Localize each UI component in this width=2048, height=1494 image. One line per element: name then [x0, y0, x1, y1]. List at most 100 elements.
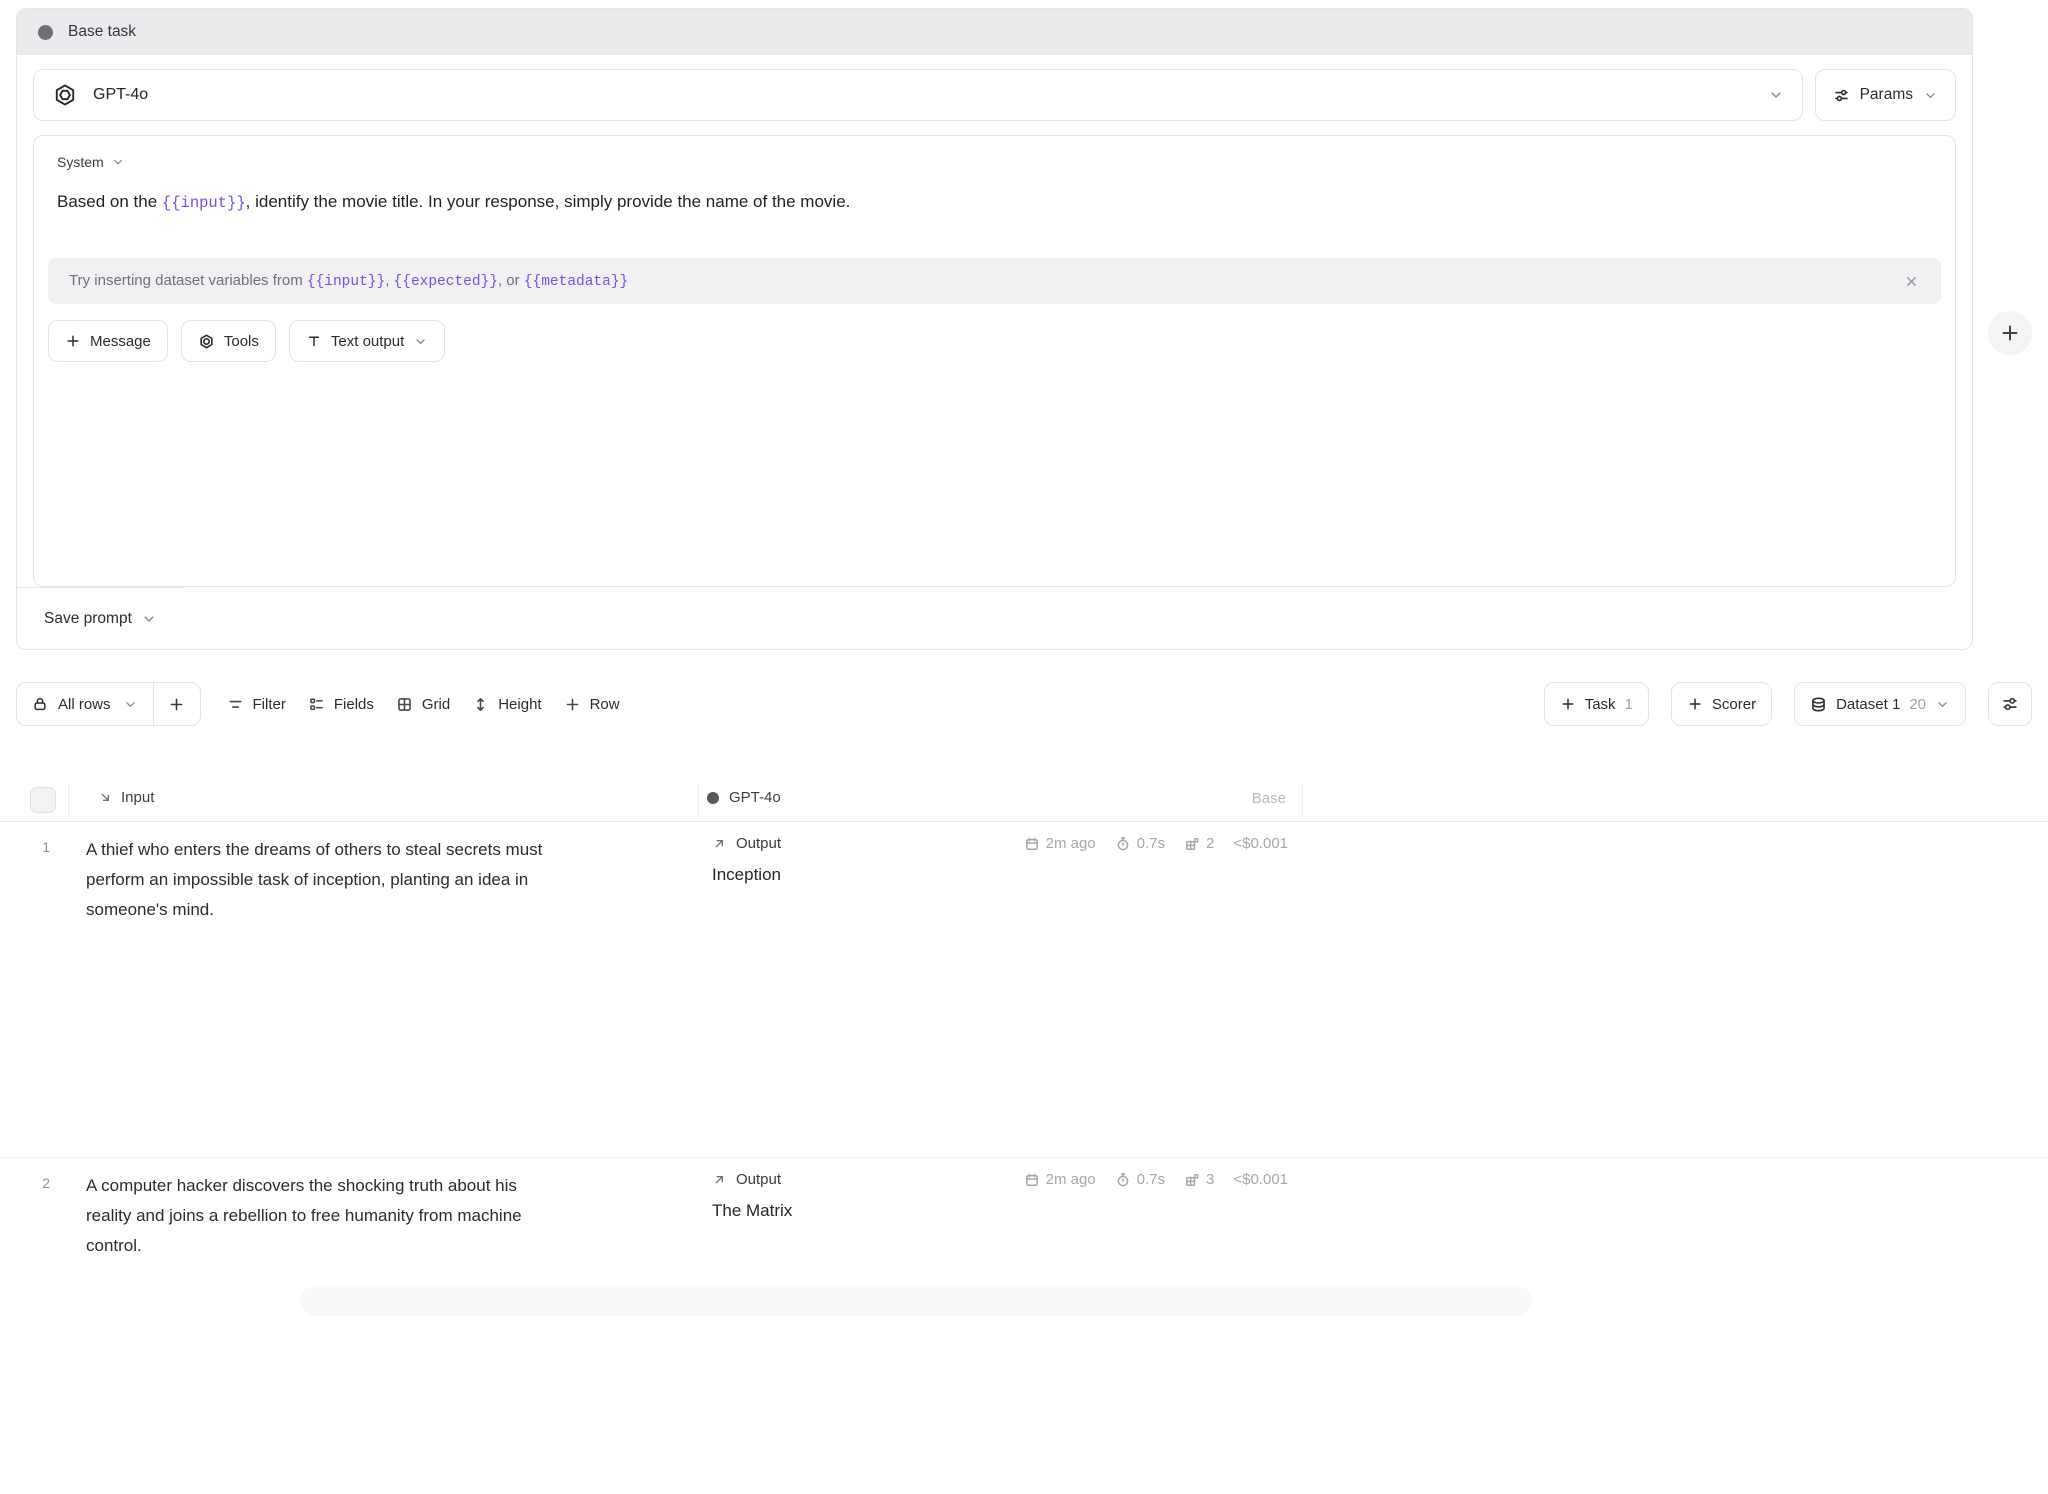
- arrow-down-right-icon: [98, 790, 113, 805]
- model-column-header[interactable]: GPT-4o: [707, 789, 781, 806]
- input-column-label: Input: [121, 789, 154, 806]
- model-select[interactable]: GPT-4o: [33, 69, 1803, 121]
- plus-icon: [564, 696, 581, 713]
- filter-button[interactable]: Filter: [227, 696, 286, 713]
- run-time: 2m ago: [1024, 1171, 1096, 1188]
- plus-icon: [1687, 696, 1703, 712]
- token-count: 2: [1184, 835, 1214, 852]
- row-number: 1: [0, 839, 50, 855]
- table-row[interactable]: 1 A thief who enters the dreams of other…: [0, 822, 2048, 1158]
- output-label: Output: [712, 1171, 781, 1188]
- system-prompt-text[interactable]: Based on the {{input}}, identify the mov…: [34, 187, 1955, 218]
- lock-icon: [32, 696, 48, 712]
- params-button[interactable]: Params: [1815, 69, 1956, 121]
- stopwatch-icon: [1115, 836, 1131, 852]
- row-number: 2: [0, 1175, 50, 1191]
- dataset-label: Dataset 1: [1836, 696, 1900, 713]
- height-label: Height: [498, 696, 541, 713]
- add-scorer-button[interactable]: Scorer: [1671, 682, 1772, 726]
- chevron-down-icon: [1768, 87, 1784, 103]
- dataset-selector[interactable]: Dataset 1 20: [1794, 682, 1966, 726]
- fields-button[interactable]: Fields: [308, 696, 374, 713]
- model-column-label: GPT-4o: [729, 789, 781, 806]
- composer-actions: Message Tools Text output: [48, 320, 1941, 362]
- grid-toolbar: All rows Filter Fields: [0, 672, 2048, 736]
- input-cell[interactable]: A thief who enters the dreams of others …: [86, 835, 554, 925]
- run-cost: <$0.001: [1233, 1171, 1288, 1188]
- chevron-down-icon: [111, 155, 125, 169]
- variant-label: Base: [1252, 790, 1286, 807]
- task-title: Base task: [68, 23, 136, 41]
- task-header: Base task: [17, 9, 1972, 55]
- column-divider: [68, 784, 69, 817]
- model-row: GPT-4o Params: [17, 55, 1972, 135]
- run-cost: <$0.001: [1233, 835, 1288, 852]
- add-row-button[interactable]: Row: [564, 696, 620, 713]
- add-row-quick-button[interactable]: [154, 683, 200, 725]
- arrow-up-right-icon: [712, 1172, 727, 1187]
- grid-view-button[interactable]: Grid: [396, 696, 450, 713]
- grid-icon: [396, 696, 413, 713]
- chevron-down-icon: [1935, 697, 1950, 712]
- prompt-playground-card: Base task GPT-4o Params: [16, 8, 1973, 650]
- plus-icon: [65, 333, 81, 349]
- fields-label: Fields: [334, 696, 374, 713]
- tools-button[interactable]: Tools: [181, 320, 276, 362]
- model-name: GPT-4o: [93, 86, 1753, 104]
- tools-icon: [198, 333, 215, 350]
- save-prompt-label: Save prompt: [44, 610, 132, 628]
- hint-text: Try inserting dataset variables from {{i…: [69, 272, 628, 290]
- arrow-up-right-icon: [712, 836, 727, 851]
- input-column-header[interactable]: Input: [98, 789, 154, 806]
- fields-icon: [308, 696, 325, 713]
- input-variable-token: {{input}}: [162, 194, 246, 212]
- add-task-button[interactable]: Task 1: [1544, 682, 1649, 726]
- database-icon: [1810, 696, 1827, 713]
- dataset-count: 20: [1909, 696, 1926, 713]
- calendar-icon: [1024, 1172, 1040, 1188]
- add-task-rail-button[interactable]: [1988, 311, 2032, 355]
- chevron-down-icon: [141, 611, 157, 627]
- run-duration: 0.7s: [1115, 835, 1165, 852]
- output-label: Output: [712, 835, 781, 852]
- close-icon[interactable]: [1903, 273, 1920, 290]
- dataset-variables-hint: Try inserting dataset variables from {{i…: [48, 258, 1941, 304]
- save-prompt-button[interactable]: Save prompt: [17, 587, 184, 649]
- filter-icon: [227, 696, 244, 713]
- filter-label: Filter: [253, 696, 286, 713]
- plus-icon: [1560, 696, 1576, 712]
- run-metadata: 2m ago 0.7s 3: [1024, 1171, 1288, 1188]
- task-count: 1: [1625, 696, 1633, 713]
- output-cell[interactable]: Output 2m ago 0.7: [712, 1171, 1288, 1221]
- prompt-editor[interactable]: System Based on the {{input}}, identify …: [33, 135, 1956, 587]
- rows-scope-control: All rows: [16, 682, 201, 726]
- params-label: Params: [1860, 86, 1913, 104]
- run-duration: 0.7s: [1115, 1171, 1165, 1188]
- column-divider: [698, 784, 699, 817]
- grid-header-row: Input GPT-4o Base: [0, 780, 2048, 822]
- table-row[interactable]: 2 A computer hacker discovers the shocki…: [0, 1158, 2048, 1494]
- text-format-icon: [306, 333, 322, 349]
- message-role-selector[interactable]: System: [34, 154, 148, 170]
- column-divider: [1302, 784, 1303, 817]
- sliders-icon: [1833, 87, 1850, 104]
- output-cell[interactable]: Output 2m ago 0.7: [712, 835, 1288, 885]
- run-metadata: 2m ago 0.7s 2: [1024, 835, 1288, 852]
- select-all-checkbox[interactable]: [30, 787, 56, 813]
- task-label: Task: [1585, 696, 1616, 713]
- output-value: Inception: [712, 865, 1288, 885]
- prompt-text-post: , identify the movie title. In your resp…: [246, 192, 851, 211]
- view-settings-button[interactable]: [1988, 682, 2032, 726]
- grid-body: 1 A thief who enters the dreams of other…: [0, 822, 2048, 1312]
- role-label: System: [57, 154, 104, 170]
- add-message-button[interactable]: Message: [48, 320, 168, 362]
- input-cell[interactable]: A computer hacker discovers the shocking…: [86, 1171, 554, 1261]
- all-rows-dropdown[interactable]: All rows: [17, 683, 153, 725]
- output-value: The Matrix: [712, 1201, 1288, 1221]
- row-height-button[interactable]: Height: [472, 696, 541, 713]
- row-label: Row: [590, 696, 620, 713]
- text-output-button[interactable]: Text output: [289, 320, 445, 362]
- message-label: Message: [90, 333, 151, 350]
- chevron-down-icon: [1923, 88, 1938, 103]
- openai-logo-icon: [52, 82, 78, 108]
